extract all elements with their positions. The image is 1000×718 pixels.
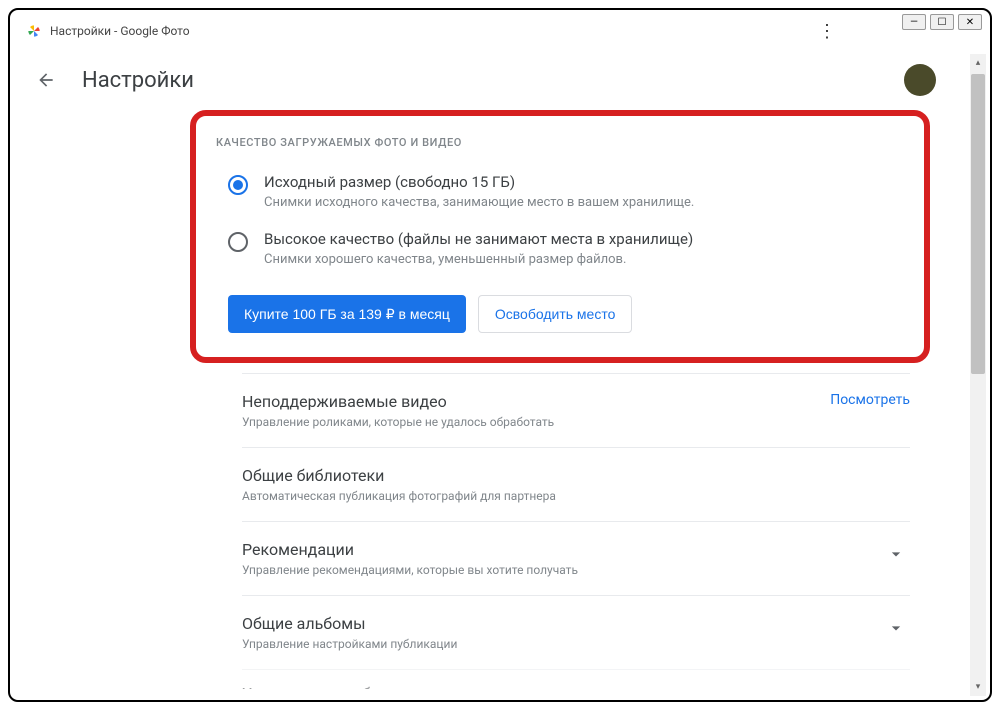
radio-option-high-quality[interactable]: Высокое качество (файлы не занимают мест… [216,230,904,267]
chevron-down-icon[interactable] [882,540,910,572]
page-title: Настройки [82,68,194,93]
highlighted-section: КАЧЕСТВО ЗАГРУЖАЕМЫХ ФОТО И ВИДЕО Исходн… [190,110,930,363]
radio-content: Исходный размер (свободно 15 ГБ) Снимки … [264,173,904,210]
setting-desc: Управление роликами, которые не удалось … [242,415,830,429]
setting-title: Общие альбомы [242,614,882,633]
free-space-button[interactable]: Освободить место [478,295,633,333]
radio-desc: Снимки хорошего качества, уменьшенный ра… [264,252,904,267]
button-row: Купите 100 ГБ за 139 ₽ в месяц Освободит… [216,295,904,333]
radio-desc: Снимки исходного качества, занимающие ме… [264,195,904,210]
scrollbar[interactable]: ▴ ▾ [970,54,986,696]
setting-title: Рекомендации [242,540,882,559]
scrollbar-thumb[interactable] [971,74,985,374]
maximize-button[interactable]: ☐ [930,14,954,30]
page-header: Настройки [10,50,990,110]
scroll-up-icon[interactable]: ▴ [971,56,985,70]
setting-unsupported-videos: Неподдерживаемые видео Управление ролика… [242,373,910,447]
radio-option-original[interactable]: Исходный размер (свободно 15 ГБ) Снимки … [216,173,904,210]
setting-title: Неподдерживаемые видео [242,392,830,411]
setting-text: Неподдерживаемые видео Управление ролика… [242,392,830,429]
view-link[interactable]: Посмотреть [830,392,910,408]
arrow-left-icon [36,70,56,90]
chevron-down-icon[interactable] [882,614,910,646]
setting-title: Общие библиотеки [242,466,910,485]
setting-cutoff: Уведомления в браузере [242,669,910,689]
scroll-down-icon[interactable]: ▾ [971,680,985,694]
user-avatar[interactable] [904,64,936,96]
setting-desc: Управление рекомендациями, которые вы хо… [242,563,882,577]
window-title: Настройки - Google Фото [50,24,190,38]
minimize-button[interactable]: — [902,14,926,30]
close-button[interactable]: ✕ [958,14,982,30]
setting-text: Общие библиотеки Автоматическая публикац… [242,466,910,503]
app-window: — ☐ ✕ Настройки - Google Фото ⋮ Настройк… [8,8,992,702]
radio-selected-icon[interactable] [228,175,248,195]
radio-title: Исходный размер (свободно 15 ГБ) [264,173,904,191]
radio-title: Высокое качество (файлы не занимают мест… [264,230,904,248]
titlebar: Настройки - Google Фото ⋮ [10,10,990,50]
settings-content: КАЧЕСТВО ЗАГРУЖАЕМЫХ ФОТО И ВИДЕО Исходн… [10,110,990,689]
setting-shared-libraries[interactable]: Общие библиотеки Автоматическая публикац… [242,447,910,521]
quality-section-header: КАЧЕСТВО ЗАГРУЖАЕМЫХ ФОТО И ВИДЕО [216,136,904,149]
buy-storage-button[interactable]: Купите 100 ГБ за 139 ₽ в месяц [228,295,466,333]
setting-recommendations[interactable]: Рекомендации Управление рекомендациями, … [242,521,910,595]
setting-desc: Автоматическая публикация фотографий для… [242,489,910,503]
setting-text: Общие альбомы Управление настройками пуб… [242,614,882,651]
window-controls: — ☐ ✕ [902,14,982,30]
radio-unselected-icon[interactable] [228,232,248,252]
radio-content: Высокое качество (файлы не занимают мест… [264,230,904,267]
setting-shared-albums[interactable]: Общие альбомы Управление настройками пуб… [242,595,910,669]
google-photos-logo-icon [26,23,42,39]
back-button[interactable] [34,68,58,92]
setting-text: Рекомендации Управление рекомендациями, … [242,540,882,577]
setting-desc: Управление настройками публикации [242,637,882,651]
kebab-menu-icon[interactable]: ⋮ [810,17,844,46]
